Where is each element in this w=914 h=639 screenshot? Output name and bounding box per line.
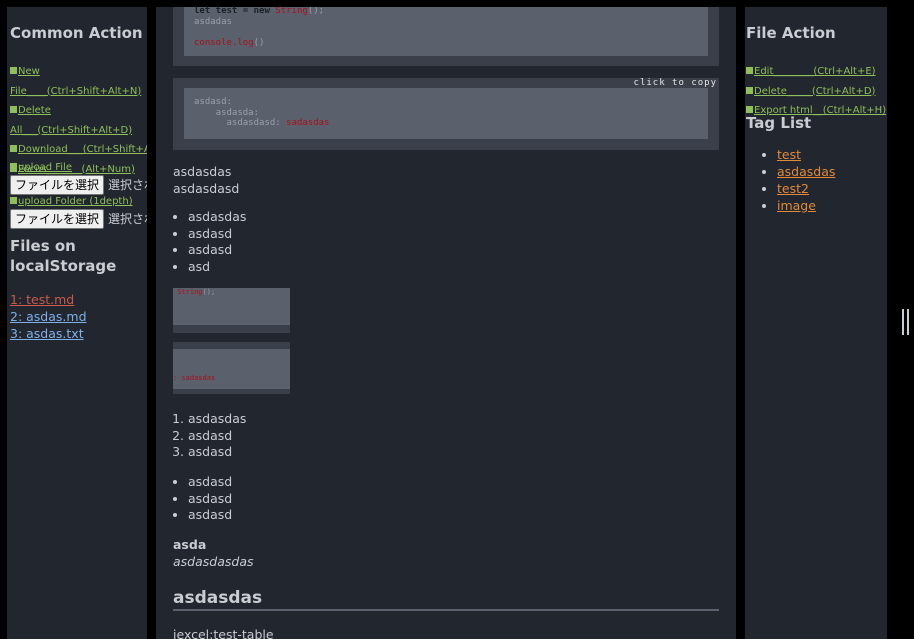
list-item: asdasd <box>188 226 246 243</box>
bullet-list: asdasdas asdasd asdasd asd <box>156 209 246 275</box>
storage-files: 1: test.md 2: asdas.md 3: asdas.txt <box>10 291 87 342</box>
square-icon <box>10 145 17 152</box>
yaml-code-body: asdasd: asdasda: asdasdasd: sadasdas <box>184 88 708 139</box>
tag-link[interactable]: test2 <box>777 181 809 196</box>
list-item: asdasd <box>188 242 246 259</box>
list-item: asdasd <box>188 474 232 491</box>
delete-link[interactable]: Delete_____(Ctrl+Alt+D) <box>746 86 875 97</box>
grip-line <box>902 309 904 335</box>
delete-all-link[interactable]: Delete All___(Ctrl+Shift+Alt+D) <box>10 105 132 136</box>
resize-handle[interactable] <box>902 309 910 337</box>
table-label: jexcel:test-table <box>173 627 274 639</box>
square-icon <box>10 163 17 170</box>
square-icon <box>10 106 17 113</box>
bold-text: asda <box>173 537 207 552</box>
tag-list: test asdasdas test2 image <box>745 146 835 214</box>
upload-folder-button[interactable]: ファイルを選択 <box>10 208 105 229</box>
tag-link[interactable]: image <box>777 198 816 213</box>
list-item: asdasd <box>188 507 232 524</box>
upload-file-label[interactable]: upload File <box>10 162 72 173</box>
tag-list-title: Tag List <box>746 114 812 132</box>
list-item: asdasd <box>188 444 246 461</box>
list-item: asd <box>188 259 246 276</box>
code-block: let test = new String(); asdadas console… <box>173 7 719 66</box>
tag-link[interactable]: asdasdas <box>777 164 835 179</box>
emphasis-text: asda asdasdasdas <box>173 536 254 570</box>
square-icon <box>746 106 753 113</box>
paragraph: asdasdas asdasdasd <box>173 164 240 196</box>
square-icon <box>10 197 17 204</box>
list-item: asdasdas <box>188 411 246 428</box>
list-item: asdasd <box>188 491 232 508</box>
file-actions: Edit________(Ctrl+Alt+E) Delete_____(Ctr… <box>746 59 886 118</box>
main-content: let test = new String(); asdadas console… <box>156 7 736 639</box>
thumbnail-code-block: : sadasdas <box>173 342 290 394</box>
grip-line <box>907 309 909 335</box>
download-link[interactable]: Download___(Ctrl+Shift+Alt <box>10 144 147 155</box>
section-heading: asdasdas <box>173 587 719 611</box>
italic-text: asdasdasdas <box>173 554 254 569</box>
bullet-list: asdasd asdasd asdasd <box>156 474 232 524</box>
left-sidebar: Common Action New File____(Ctrl+Shift+Alt… <box>7 7 147 639</box>
storage-file-link[interactable]: 1: test.md <box>10 291 87 308</box>
square-icon <box>746 67 753 74</box>
copy-button[interactable]: click to copy <box>634 78 717 88</box>
common-action-title: Common Action <box>10 24 143 42</box>
ordered-list: asdasdas asdasd asdasd <box>156 411 246 461</box>
yaml-code-block: click to copy asdasd: asdasda: asdasdasd… <box>173 78 719 150</box>
code-block-body: let test = new String(); asdadas console… <box>184 7 708 56</box>
square-icon <box>10 67 17 74</box>
thumbnail-code-block: String(); <box>173 288 290 333</box>
list-item: asdasd <box>188 428 246 445</box>
square-icon <box>746 86 753 94</box>
storage-file-link[interactable]: 2: asdas.md <box>10 308 87 325</box>
upload-folder-section: upload Folder (1depth) ファイルを選択 選択されてい <box>10 189 147 229</box>
upload-folder-status: 選択されてい <box>108 212 147 226</box>
storage-title: Files on localStorage <box>10 237 117 275</box>
storage-file-link[interactable]: 3: asdas.txt <box>10 325 87 342</box>
file-action-title: File Action <box>746 24 836 42</box>
tag-link[interactable]: test <box>777 147 801 162</box>
upload-folder-label[interactable]: upload Folder (1depth) <box>10 196 133 207</box>
new-file-link[interactable]: New File____(Ctrl+Shift+Alt+N) <box>10 66 141 97</box>
right-sidebar: File Action Edit________(Ctrl+Alt+E) Del… <box>745 7 887 639</box>
list-item: asdasdas <box>188 209 246 226</box>
edit-link[interactable]: Edit________(Ctrl+Alt+E) <box>746 66 876 77</box>
